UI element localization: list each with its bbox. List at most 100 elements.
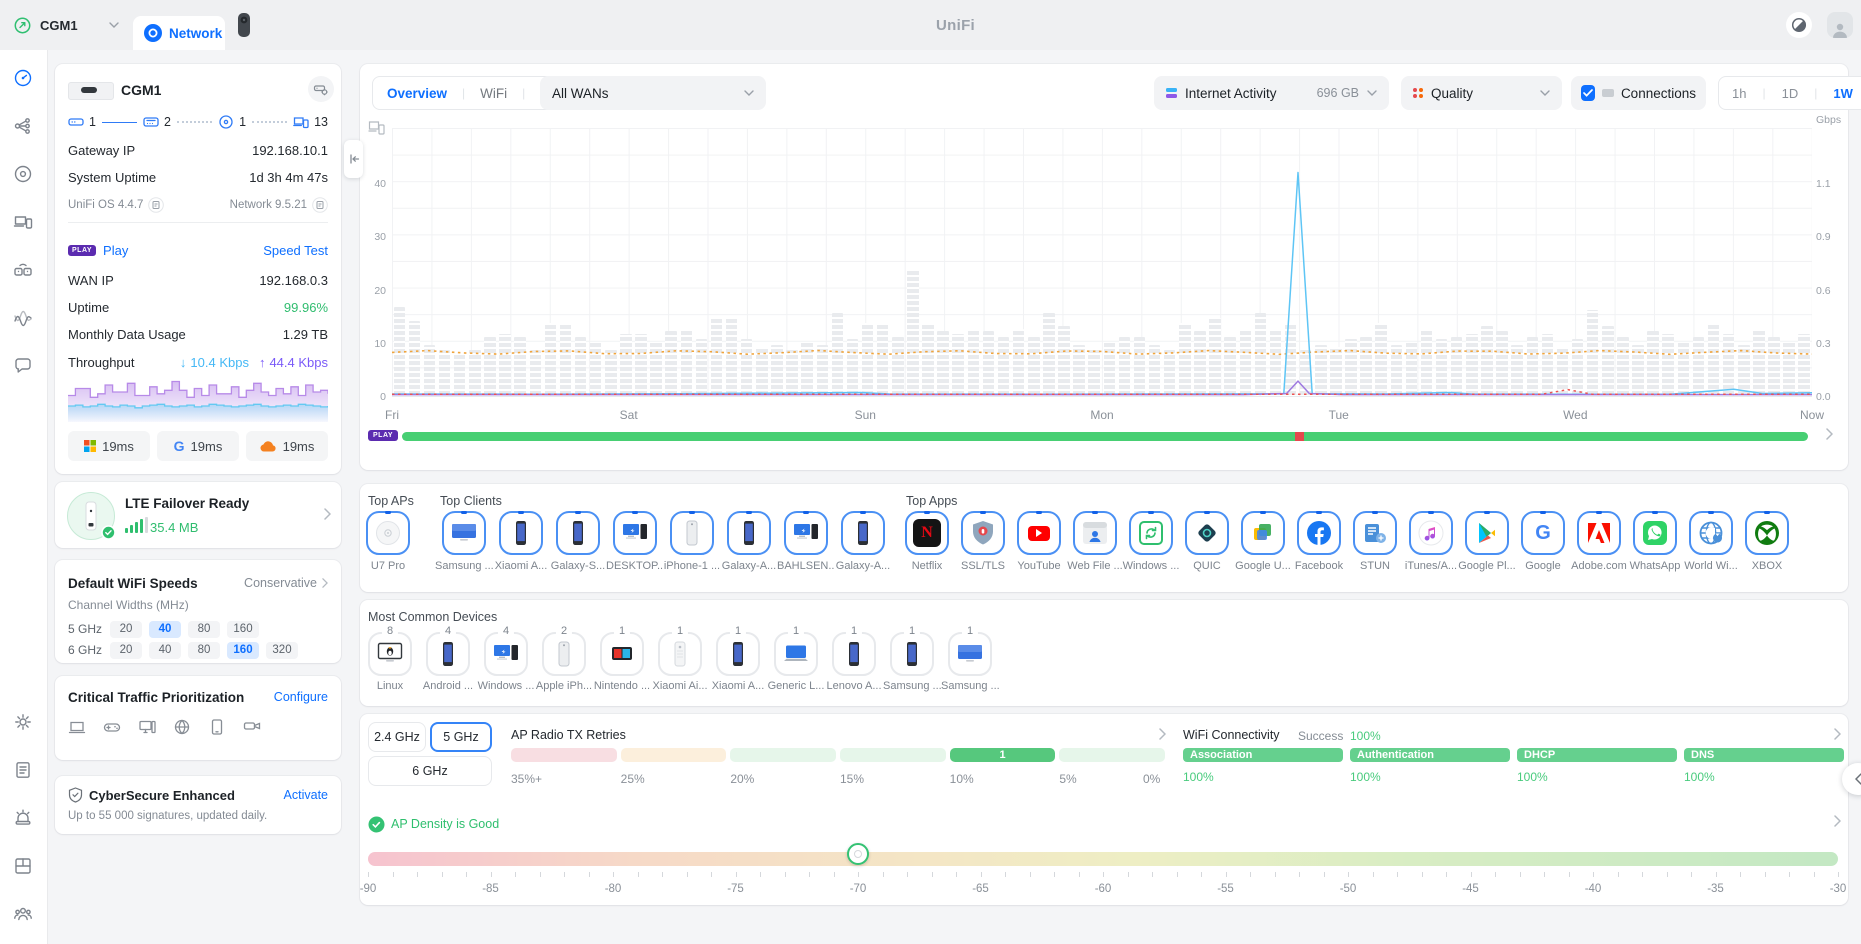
chevron-right-icon[interactable] xyxy=(1834,728,1841,740)
site-selector[interactable]: CGM1 xyxy=(0,0,133,50)
range-1w-active[interactable]: 1W xyxy=(1824,86,1861,101)
common-device-tile[interactable]: 1 xyxy=(774,632,818,676)
top-app-tile[interactable] xyxy=(1017,511,1061,555)
chevron-right-icon[interactable] xyxy=(1159,728,1166,740)
common-device-tile[interactable]: 1 xyxy=(600,632,644,676)
common-device-tile[interactable]: 1 xyxy=(658,632,702,676)
release-notes-icon[interactable] xyxy=(148,197,164,213)
channel-width-chip[interactable]: 320 xyxy=(266,642,298,659)
release-notes-icon[interactable] xyxy=(312,197,328,213)
common-device-tile[interactable]: 1 xyxy=(948,632,992,676)
device-count: 1 xyxy=(614,625,630,637)
sidebar-item-system-log[interactable] xyxy=(11,758,35,782)
topology-link xyxy=(252,121,287,123)
top-app-tile[interactable] xyxy=(1465,511,1509,555)
density-tick xyxy=(540,872,541,877)
top-app-tile[interactable] xyxy=(1689,511,1733,555)
quality-timeline[interactable] xyxy=(402,432,1808,441)
top-app-label: QUIC xyxy=(1178,560,1236,572)
channel-width-chip[interactable]: 80 xyxy=(188,621,220,638)
checkbox-checked-icon[interactable] xyxy=(1581,85,1595,101)
top-app-tile[interactable] xyxy=(1745,511,1789,555)
common-device-tile[interactable]: 2 xyxy=(542,632,586,676)
top-client-tile[interactable] xyxy=(613,511,657,555)
channel-width-chip[interactable]: 20 xyxy=(110,621,142,638)
camera-icon xyxy=(243,718,261,736)
top-client-tile[interactable] xyxy=(784,511,828,555)
top-client-tile[interactable] xyxy=(442,511,486,555)
band-5ghz-button[interactable]: 5 GHz xyxy=(430,722,492,752)
lte-failover-card[interactable]: LTE Failover Ready 35.4 MB xyxy=(55,482,341,548)
common-device-tile[interactable]: 1 xyxy=(716,632,760,676)
channel-width-chip[interactable]: 160 xyxy=(227,621,259,638)
top-client-tile[interactable] xyxy=(841,511,885,555)
metric-select[interactable]: Internet Activity 696 GB xyxy=(1154,76,1389,110)
sidebar-item-support[interactable] xyxy=(11,354,35,378)
play-link[interactable]: Play xyxy=(103,243,128,258)
sidebar-item-floorplan[interactable] xyxy=(11,854,35,878)
tab-wifi[interactable]: WiFi xyxy=(472,86,515,101)
common-device-tile[interactable]: 1 xyxy=(832,632,876,676)
top-app-tile[interactable] xyxy=(1353,511,1397,555)
top-app-tile[interactable] xyxy=(961,511,1005,555)
channel-width-chip[interactable]: 40 xyxy=(149,621,181,638)
top-client-tile[interactable] xyxy=(499,511,543,555)
top-app-tile[interactable]: G xyxy=(1521,511,1565,555)
wifi-speeds-mode-button[interactable]: Conservative xyxy=(244,576,328,590)
speed-test-link[interactable]: Speed Test xyxy=(263,243,328,258)
top-client-tile[interactable] xyxy=(556,511,600,555)
channel-width-chip[interactable]: 40 xyxy=(149,642,181,659)
top-app-tile[interactable] xyxy=(1577,511,1621,555)
top-ap-tile[interactable] xyxy=(366,511,410,555)
top-client-tile[interactable] xyxy=(670,511,714,555)
band-6ghz-button[interactable]: 6 GHz xyxy=(368,756,492,786)
top-app-tile[interactable] xyxy=(1185,511,1229,555)
top-client-tile[interactable] xyxy=(727,511,771,555)
top-app-tile[interactable] xyxy=(1633,511,1677,555)
channel-width-chip[interactable]: 20 xyxy=(110,642,142,659)
sidebar-item-admins[interactable] xyxy=(11,902,35,926)
top-app-tile[interactable] xyxy=(1241,511,1285,555)
protect-device-icon[interactable] xyxy=(237,12,251,38)
sidebar-item-unifi-devices[interactable] xyxy=(11,162,35,186)
sidebar-item-settings[interactable] xyxy=(11,710,35,734)
common-device-tile[interactable]: 4 xyxy=(484,632,528,676)
connectivity-bar-dhcp: DHCP xyxy=(1517,748,1677,762)
activate-button[interactable]: Activate xyxy=(284,788,328,802)
chart-clients-icon[interactable] xyxy=(368,120,385,135)
top-app-tile[interactable] xyxy=(1297,511,1341,555)
channel-width-chip[interactable]: 80 xyxy=(188,642,220,659)
chevron-right-icon[interactable] xyxy=(1834,815,1841,827)
band-24ghz-button[interactable]: 2.4 GHz xyxy=(368,722,426,752)
tab-network[interactable]: Network xyxy=(133,16,225,50)
quality-select[interactable]: Quality xyxy=(1401,76,1562,110)
gateway-settings-button[interactable] xyxy=(308,76,334,102)
top-app-tile[interactable] xyxy=(1409,511,1453,555)
chart-plot[interactable] xyxy=(392,128,1812,397)
top-app-tile[interactable]: N xyxy=(905,511,949,555)
sidebar-item-notifications[interactable] xyxy=(11,806,35,830)
chevron-right-icon[interactable] xyxy=(1826,428,1833,440)
range-1h[interactable]: 1h xyxy=(1723,86,1755,101)
user-avatar[interactable] xyxy=(1827,12,1853,38)
top-app-tile[interactable] xyxy=(1129,511,1173,555)
common-device-tile[interactable]: 1 xyxy=(890,632,934,676)
collapse-panel-handle[interactable] xyxy=(344,140,363,178)
ap-density-marker[interactable] xyxy=(847,843,869,865)
wan-filter-select[interactable]: All WANs xyxy=(540,76,766,110)
theme-toggle-button[interactable] xyxy=(1786,12,1812,38)
topology-summary[interactable]: 12113 xyxy=(68,113,328,131)
common-device-tile[interactable]: 8 xyxy=(368,632,412,676)
common-device-tile[interactable]: 4 xyxy=(426,632,470,676)
sidebar-item-insights[interactable] xyxy=(11,306,35,330)
sidebar-item-dashboard[interactable] xyxy=(11,66,35,90)
tab-overview[interactable]: Overview xyxy=(379,86,455,101)
connections-toggle[interactable]: Connections xyxy=(1571,76,1706,110)
top-app-tile[interactable] xyxy=(1073,511,1117,555)
configure-button[interactable]: Configure xyxy=(274,690,328,704)
channel-width-chip[interactable]: 160 xyxy=(227,642,259,659)
sidebar-item-topology[interactable] xyxy=(11,114,35,138)
range-1d[interactable]: 1D xyxy=(1773,86,1808,101)
sidebar-item-client-devices[interactable] xyxy=(11,210,35,234)
sidebar-item-hotspot[interactable] xyxy=(11,258,35,282)
